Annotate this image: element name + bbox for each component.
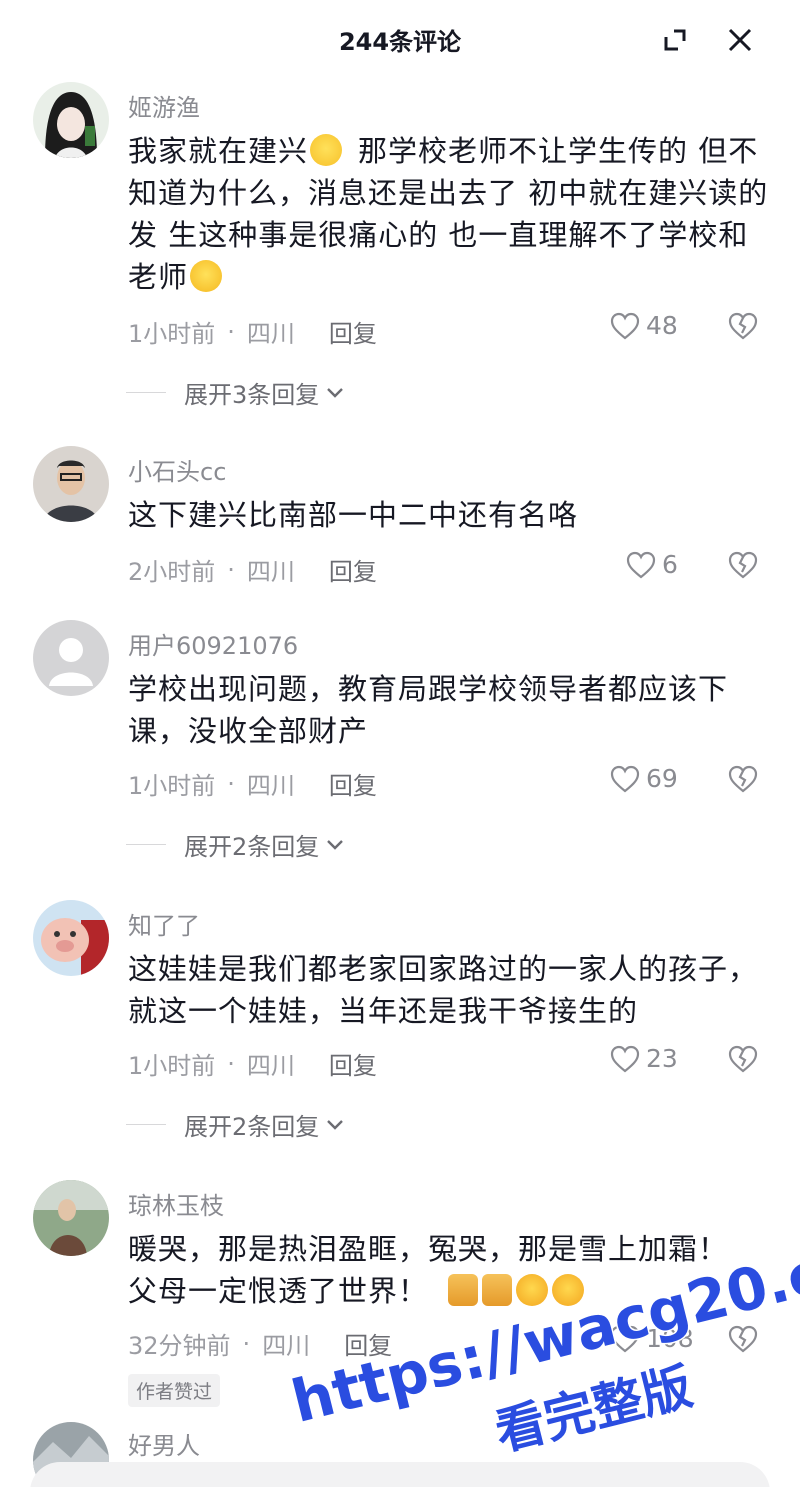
expand-replies-label: 展开2条回复 [184,1113,320,1141]
like-count: 23 [646,1044,678,1073]
comment-text-part: 我家就在建兴 [128,134,309,168]
comment-text-line: 父母一定恨透了世界！ [128,1270,773,1312]
close-icon[interactable] [720,20,760,60]
expand-replies-label: 展开3条回复 [184,381,320,409]
comment-meta: 1小时前 · 四川 回复 [128,314,377,349]
comment-text: 这娃娃是我们都老家回家路过的一家人的孩子，就这一个娃娃，当年还是我干爷接生的 [128,952,759,1028]
broken-heart-icon [728,1325,758,1353]
comment-time: 32分钟前 [128,1332,231,1360]
separator-dot: · [227,317,235,346]
comment-location: 四川 [262,1332,311,1360]
comment-location: 四川 [246,558,295,586]
broken-heart-icon [728,765,758,793]
crying-face-icon [310,134,343,166]
username[interactable]: 姬游渔 [128,88,200,123]
heart-icon [610,1045,640,1072]
comment-time: 1小时前 [128,1052,216,1080]
comment-time: 1小时前 [128,320,216,348]
smirk-face-icon [190,260,223,292]
expand-replies-button[interactable]: 展开3条回复 [126,375,345,410]
comment-text: 暖哭，那是热泪盈眶，冤哭，那是雪上加霜！ 父母一定恨透了世界！ [128,1228,773,1312]
expand-icon[interactable] [655,20,695,60]
pray-icon [448,1274,479,1306]
broken-heart-icon [728,551,758,579]
dislike-button[interactable] [727,311,759,345]
comment-meta: 32分钟前 · 四川 回复 [128,1326,392,1361]
heart-icon [610,312,640,339]
divider-line [126,844,166,845]
broken-heart-icon [728,312,758,340]
comment-text-line: 暖哭，那是热泪盈眶，冤哭，那是雪上加霜！ [128,1232,729,1266]
comment-meta: 1小时前 · 四川 回复 [128,1046,377,1081]
comment-input-bar[interactable] [30,1462,770,1487]
like-count: 6 [662,550,678,579]
heart-icon [610,1325,640,1352]
expand-replies-button[interactable]: 展开2条回复 [126,827,345,862]
expand-replies-button[interactable]: 展开2条回复 [126,1107,345,1142]
like-button[interactable]: 108 [610,1324,694,1353]
comment-location: 四川 [246,1052,295,1080]
separator-dot: · [227,769,235,798]
like-button[interactable]: 6 [626,550,678,579]
author-liked-badge: 作者赞过 [128,1374,221,1407]
username[interactable]: 好男人 [128,1426,200,1461]
avatar[interactable] [33,620,109,696]
username[interactable]: 小石头cc [128,452,226,487]
reply-button[interactable]: 回复 [344,1326,392,1361]
comment-text: 这下建兴比南部一中二中还有名咯 [128,498,579,532]
comment-time: 1小时前 [128,772,216,800]
like-button[interactable]: 48 [610,311,678,340]
avatar[interactable] [33,1180,109,1256]
like-count: 69 [646,764,678,793]
reply-button[interactable]: 回复 [329,552,377,587]
avatar[interactable] [33,446,109,522]
heart-icon [610,765,640,792]
default-avatar-icon [33,620,109,696]
like-button[interactable]: 69 [610,764,678,793]
chevron-down-icon [327,387,344,398]
broken-heart-icon [728,1045,758,1073]
username[interactable]: 知了了 [128,906,200,941]
separator-dot: · [227,555,235,584]
like-button[interactable]: 23 [610,1044,678,1073]
pray-icon [482,1274,513,1306]
comment-location: 四川 [246,772,295,800]
divider-line [126,1124,166,1125]
sob-face-icon [516,1274,549,1306]
dislike-button[interactable] [727,764,759,798]
reply-button[interactable]: 回复 [329,314,377,349]
comment-text: 我家就在建兴 那学校老师不让学生传的 但不知道为什么，消息还是出去了 初中就在建兴… [128,130,773,298]
expand-replies-label: 展开2条回复 [184,833,320,861]
divider-line [126,392,166,393]
username[interactable]: 用户60921076 [128,626,298,661]
comment-location: 四川 [246,320,295,348]
reply-button[interactable]: 回复 [329,1046,377,1081]
reply-button[interactable]: 回复 [329,766,377,801]
like-count: 108 [646,1324,694,1353]
username[interactable]: 琼林玉枝 [128,1186,224,1221]
dislike-button[interactable] [727,1324,759,1358]
avatar[interactable] [33,900,109,976]
dislike-button[interactable] [727,550,759,584]
comment-meta: 1小时前 · 四川 回复 [128,766,377,801]
like-count: 48 [646,311,678,340]
comment-time: 2小时前 [128,558,216,586]
sob-face-icon [552,1274,585,1306]
chevron-down-icon [327,839,344,850]
comment-text: 学校出现问题，教育局跟学校领导者都应该下课，没收全部财产 [128,672,729,748]
comment-meta: 2小时前 · 四川 回复 [128,552,377,587]
dislike-button[interactable] [727,1044,759,1078]
chevron-down-icon [327,1119,344,1130]
comments-header: 244条评论 [0,0,800,80]
avatar[interactable] [33,82,109,158]
heart-icon [626,551,656,578]
separator-dot: · [227,1049,235,1078]
separator-dot: · [242,1329,251,1358]
comment-text-part: 父母一定恨透了世界！ [128,1274,429,1308]
watermark-text: 看完整版 [488,1356,699,1464]
